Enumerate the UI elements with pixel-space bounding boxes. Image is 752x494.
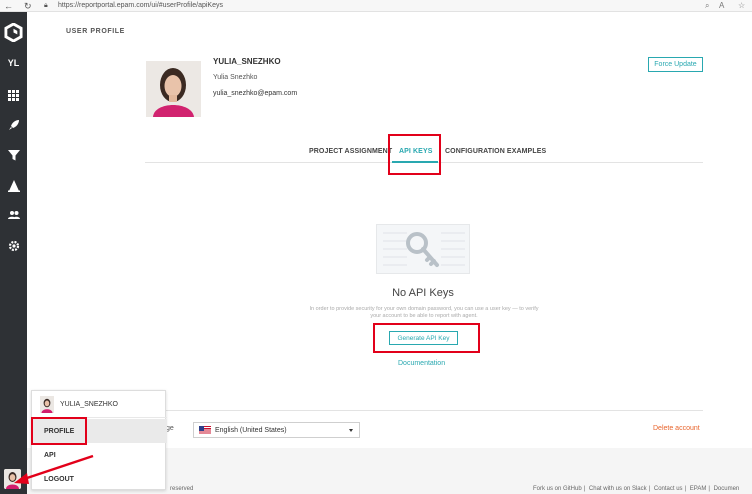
- footer-links: Fork us on GitHub | Chat with us on Slack…: [533, 486, 740, 492]
- profile-photo: [146, 61, 201, 117]
- language-select[interactable]: English (United States): [193, 422, 360, 438]
- footer-link-slack[interactable]: Chat with us on Slack: [589, 486, 647, 492]
- user-menu-username: YULIA_SNEZHKO: [60, 401, 118, 408]
- reload-icon[interactable]: ↻: [24, 0, 32, 12]
- filters-icon[interactable]: [0, 147, 27, 163]
- launches-rocket-icon[interactable]: [0, 117, 27, 133]
- page-title: USER PROFILE: [66, 28, 125, 35]
- favorite-icon[interactable]: ☆: [738, 0, 745, 12]
- debug-icon[interactable]: [0, 178, 27, 194]
- address-bar[interactable]: https://reportportal.epam.com/ui/#userPr…: [58, 0, 223, 12]
- footer-link-contact[interactable]: Contact us: [654, 486, 683, 492]
- footer-link-github[interactable]: Fork us on GitHub: [533, 486, 582, 492]
- user-menu-header: YULIA_SNEZHKO: [40, 396, 118, 413]
- highlight-profile-item: [31, 417, 87, 445]
- footer-link-documentation[interactable]: Documen: [714, 486, 740, 492]
- delete-account-link[interactable]: Delete account: [653, 425, 700, 432]
- highlight-generate-button: [373, 323, 480, 353]
- project-initials: YL: [7, 58, 20, 68]
- back-icon[interactable]: ←: [4, 0, 13, 12]
- settings-divider: [145, 410, 703, 411]
- footer-copyright: reserved: [170, 486, 194, 492]
- no-api-keys-title: No API Keys: [392, 287, 454, 299]
- members-icon[interactable]: [0, 207, 27, 223]
- language-label: ge: [166, 425, 174, 432]
- reportportal-logo-icon[interactable]: [4, 23, 23, 42]
- profile-full-name: Yulia Snezhko: [213, 74, 258, 81]
- language-value: English (United States): [215, 426, 287, 434]
- lock-icon: 🔒︎: [44, 2, 48, 9]
- settings-gear-icon[interactable]: [0, 238, 27, 254]
- sidebar: YL: [0, 12, 27, 494]
- menu-item-logout[interactable]: LOGOUT: [32, 467, 167, 491]
- chevron-down-icon: [349, 429, 353, 432]
- read-aloud-icon[interactable]: A: [719, 0, 724, 12]
- highlight-api-keys-tab: [388, 134, 441, 175]
- api-key-placeholder-illustration: [376, 224, 470, 274]
- footer-link-epam[interactable]: EPAM: [690, 486, 707, 492]
- api-keys-description: In order to provide security for your ow…: [309, 306, 539, 319]
- dashboard-icon[interactable]: [0, 87, 27, 103]
- zoom-icon[interactable]: ⌕: [705, 0, 709, 12]
- us-flag-icon: [199, 426, 211, 434]
- browser-toolbar: ← ↻ 🔒︎ https://reportportal.epam.com/ui/…: [0, 0, 752, 12]
- documentation-link[interactable]: Documentation: [398, 360, 445, 367]
- force-update-button[interactable]: Force Update: [648, 57, 703, 72]
- user-menu-avatar: [40, 396, 54, 413]
- tab-configuration-examples[interactable]: CONFIGURATION EXAMPLES: [445, 148, 546, 155]
- tab-project-assignment[interactable]: PROJECT ASSIGNMENT: [309, 148, 392, 155]
- user-avatar[interactable]: [4, 469, 21, 489]
- project-selector[interactable]: YL: [0, 55, 27, 71]
- menu-item-api[interactable]: API: [32, 443, 167, 467]
- profile-email: yulia_snezhko@epam.com: [213, 90, 298, 97]
- profile-username: YULIA_SNEZHKO: [213, 57, 281, 66]
